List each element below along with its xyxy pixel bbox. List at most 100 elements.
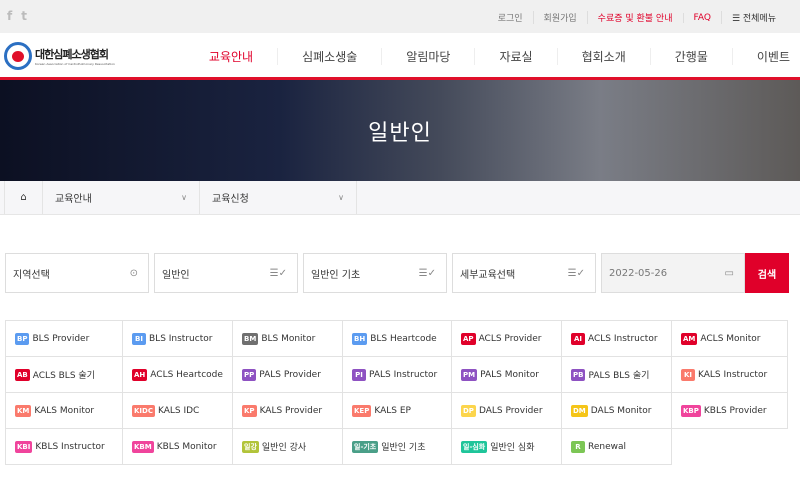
course-label: 일반인 기초 bbox=[381, 443, 426, 453]
course-item[interactable]: PM PALS Monitor bbox=[452, 357, 562, 393]
twitter-icon[interactable]: t bbox=[21, 9, 27, 23]
course-label: KALS EP bbox=[374, 405, 411, 416]
full-menu-button[interactable]: ☰ 전체메뉴 bbox=[720, 11, 786, 24]
course-item[interactable]: KBM KBLS Monitor bbox=[123, 429, 233, 465]
nav-events[interactable]: 이벤트 bbox=[731, 48, 790, 65]
course-item[interactable]: AM ACLS Monitor bbox=[672, 321, 788, 357]
course-item[interactable]: KBP KBLS Provider bbox=[672, 393, 788, 429]
course-badge: KBM bbox=[132, 440, 154, 453]
logo-subtitle: Korean Association of CardioPulmonary Re… bbox=[35, 62, 115, 66]
course-badge: KBP bbox=[681, 404, 701, 417]
course-item[interactable]: 일-심화 일반인 심화 bbox=[452, 429, 562, 465]
course-item[interactable]: 일-기초 일반인 기초 bbox=[343, 429, 452, 465]
course-item[interactable]: PB PALS BLS 술기 bbox=[562, 357, 672, 393]
course-badge: AM bbox=[681, 332, 698, 345]
home-icon[interactable]: ⌂ bbox=[4, 181, 43, 214]
course-label: 일반인 강사 bbox=[261, 443, 307, 453]
logo-heart-icon bbox=[4, 42, 32, 70]
course-badge: KEP bbox=[352, 404, 372, 417]
course-label: DALS Monitor bbox=[590, 405, 652, 416]
nav-cpr[interactable]: 심폐소생술 bbox=[277, 48, 381, 65]
course-item[interactable]: KIDC KALS IDC bbox=[123, 393, 233, 429]
course-item[interactable]: AP ACLS Provider bbox=[452, 321, 562, 357]
nav-publications[interactable]: 간행물 bbox=[649, 48, 732, 65]
list-check-icon: ☰✓ bbox=[418, 267, 436, 279]
chevron-down-icon: ∨ bbox=[181, 193, 187, 202]
nav-education[interactable]: 교육안내 bbox=[185, 48, 277, 65]
course-label: ACLS Instructor bbox=[588, 333, 658, 344]
course-badge: PP bbox=[242, 368, 257, 381]
course-select[interactable]: 일반인 기초 ☰✓ bbox=[303, 253, 447, 293]
course-item[interactable]: BI BLS Instructor bbox=[123, 321, 233, 357]
category-select[interactable]: 일반인 ☰✓ bbox=[154, 253, 298, 293]
course-badge: PI bbox=[352, 368, 366, 381]
course-badge: AP bbox=[461, 332, 476, 345]
detail-course-select[interactable]: 세부교육선택 ☰✓ bbox=[452, 253, 596, 293]
course-label: PALS Monitor bbox=[480, 369, 539, 380]
hero-banner: 일반인 bbox=[0, 80, 800, 181]
region-select[interactable]: 지역선택 ⊙ bbox=[5, 253, 149, 293]
course-item[interactable]: BH BLS Heartcode bbox=[343, 321, 452, 357]
course-label: KALS Instructor bbox=[698, 369, 768, 380]
course-badge: KI bbox=[681, 368, 695, 381]
course-item[interactable]: KEP KALS EP bbox=[343, 393, 452, 429]
signup-link[interactable]: 회원가입 bbox=[532, 11, 587, 24]
search-button[interactable]: 검색 bbox=[745, 253, 789, 293]
course-badge: DM bbox=[571, 404, 588, 417]
main-header: 대한심폐소생협회 Korean Association of CardioPul… bbox=[0, 33, 800, 80]
course-item[interactable]: PI PALS Instructor bbox=[343, 357, 452, 393]
course-item[interactable]: DP DALS Provider bbox=[452, 393, 562, 429]
course-badge: BP bbox=[15, 332, 30, 345]
course-item[interactable]: PP PALS Provider bbox=[233, 357, 343, 393]
course-badge: AH bbox=[132, 368, 148, 381]
course-label: KALS Monitor bbox=[34, 405, 95, 416]
page-title: 일반인 bbox=[368, 120, 432, 146]
top-utility-bar: f t 로그인 회원가입 수료증 및 환불 안내 FAQ ☰ 전체메뉴 bbox=[0, 0, 800, 33]
course-label: ACLS Monitor bbox=[700, 333, 761, 344]
course-item[interactable]: KP KALS Provider bbox=[233, 393, 343, 429]
breadcrumb-dropdown-apply[interactable]: 교육신청 ∨ bbox=[200, 181, 357, 214]
search-form: 지역선택 ⊙ 일반인 ☰✓ 일반인 기초 ☰✓ 세부교육선택 ☰✓ 2022-05-26… bbox=[5, 253, 789, 293]
course-item[interactable]: KM KALS Monitor bbox=[6, 393, 123, 429]
course-badge: PM bbox=[461, 368, 478, 381]
facebook-icon[interactable]: f bbox=[7, 9, 12, 23]
course-grid: BP BLS Provider BI BLS Instructor BM BLS Moni… bbox=[5, 320, 788, 465]
login-link[interactable]: 로그인 bbox=[488, 11, 533, 24]
course-label: ACLS Provider bbox=[478, 333, 542, 344]
nav-notice[interactable]: 알림마당 bbox=[381, 48, 474, 65]
course-badge: BM bbox=[242, 332, 259, 345]
location-pin-icon: ⊙ bbox=[129, 267, 138, 279]
course-item[interactable]: DM DALS Monitor bbox=[562, 393, 672, 429]
course-badge: KM bbox=[15, 404, 32, 417]
certificate-refund-link[interactable]: 수료증 및 환불 안내 bbox=[586, 11, 683, 24]
course-label: BLS Instructor bbox=[149, 333, 213, 344]
nav-resources[interactable]: 자료실 bbox=[474, 48, 556, 65]
faq-link[interactable]: FAQ bbox=[682, 12, 721, 23]
course-badge: AI bbox=[571, 332, 585, 345]
date-input[interactable]: 2022-05-26 ▭ bbox=[601, 253, 745, 293]
course-item[interactable]: BM BLS Monitor bbox=[233, 321, 343, 357]
course-item[interactable]: BP BLS Provider bbox=[6, 321, 123, 357]
breadcrumb-dropdown-education[interactable]: 교육안내 ∨ bbox=[43, 181, 200, 214]
course-label: Renewal bbox=[588, 441, 627, 452]
course-badge: BH bbox=[352, 332, 368, 345]
course-label: KBLS Instructor bbox=[35, 441, 105, 452]
course-item[interactable]: R Renewal bbox=[562, 429, 672, 465]
course-item[interactable]: AH ACLS Heartcode bbox=[123, 357, 233, 393]
course-badge: R bbox=[571, 440, 585, 453]
course-value: 일반인 기초 bbox=[311, 269, 361, 281]
breadcrumb-label: 교육신청 bbox=[212, 194, 249, 205]
logo[interactable]: 대한심폐소생협회 Korean Association of CardioPul… bbox=[4, 42, 115, 70]
course-label: BLS Monitor bbox=[261, 333, 316, 344]
course-item[interactable]: 일강 일반인 강사 bbox=[233, 429, 343, 465]
course-label: KBLS Monitor bbox=[156, 441, 217, 452]
course-item[interactable]: AB ACLS BLS 술기 bbox=[6, 357, 123, 393]
course-badge: KBI bbox=[15, 440, 33, 453]
course-item[interactable]: KI KALS Instructor bbox=[672, 357, 788, 393]
course-item[interactable]: KBI KBLS Instructor bbox=[6, 429, 123, 465]
course-label: PALS Instructor bbox=[369, 369, 438, 380]
course-item[interactable]: AI ACLS Instructor bbox=[562, 321, 672, 357]
detail-value: 세부교육선택 bbox=[460, 269, 516, 281]
nav-about[interactable]: 협회소개 bbox=[556, 48, 650, 65]
main-nav: 교육안내 심폐소생술 알림마당 자료실 협회소개 간행물 이벤트 bbox=[185, 48, 790, 65]
